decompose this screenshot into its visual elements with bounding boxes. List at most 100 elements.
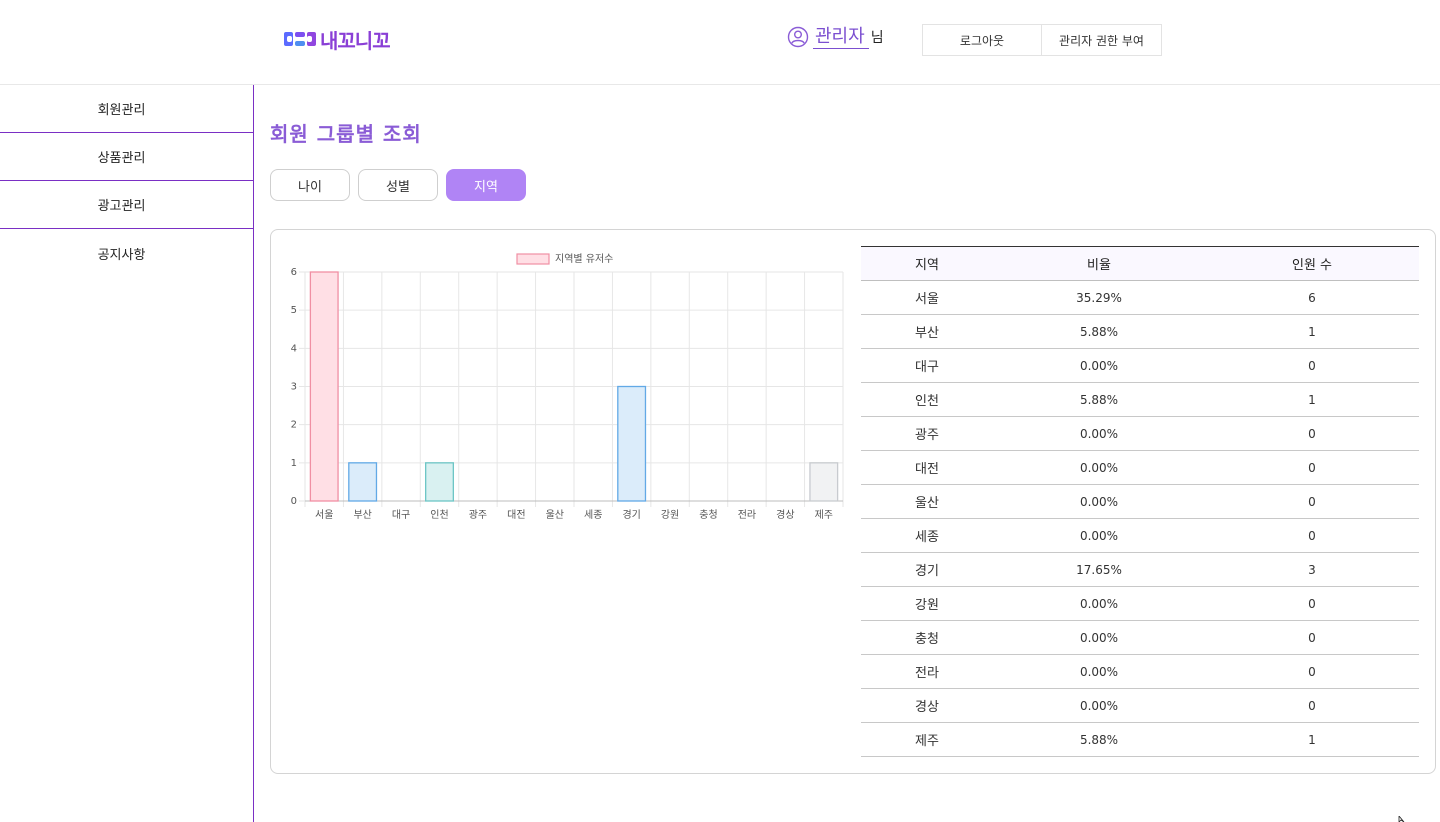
table-row: 경상 0.00% 0 [861,688,1419,723]
cell-ratio: 17.65% [993,552,1205,587]
cell-region: 세종 [861,518,993,553]
x-tick-label: 울산 [546,509,564,521]
cell-ratio: 0.00% [993,484,1205,519]
sidebar-item-members[interactable]: 회원관리 [0,85,253,133]
cell-ratio: 0.00% [993,450,1205,485]
bar-1 [348,462,378,502]
sidebar: 회원관리 상품관리 광고관리 공지사항 [0,85,254,822]
cell-count: 1 [1205,722,1419,757]
cell-region: 대구 [861,348,993,383]
x-tick-label: 경기 [622,508,640,521]
logout-button[interactable]: 로그아웃 [922,24,1042,56]
region-table: 지역 비율 인원 수 서울 35.29% 6 부산 5.88% 1 대구 0.00% 0 인… [861,246,1419,757]
y-tick-label: 4 [291,343,297,354]
cell-region: 대전 [861,450,993,485]
grant-admin-button[interactable]: 관리자 권한 부여 [1041,24,1162,56]
tab-age[interactable]: 나이 [270,169,350,201]
y-tick-label: 0 [291,496,297,507]
table-header-row: 지역 비율 인원 수 [861,246,1419,281]
table-row: 세종 0.00% 0 [861,518,1419,553]
cell-count: 0 [1205,620,1419,655]
table-row: 광주 0.00% 0 [861,416,1419,451]
cell-region: 전라 [861,654,993,689]
cell-region: 강원 [861,586,993,621]
tab-region[interactable]: 지역 [446,169,526,201]
legend-swatch [516,253,550,265]
cell-ratio: 0.00% [993,348,1205,383]
cell-region: 인천 [861,382,993,417]
table-row: 제주 5.88% 1 [861,722,1419,757]
x-tick-label: 충청 [699,509,717,521]
tab-gender[interactable]: 성별 [358,169,438,201]
y-tick-label: 2 [291,420,297,431]
x-tick-label: 강원 [661,509,679,521]
sidebar-item-ads[interactable]: 광고관리 [0,181,253,229]
mouse-cursor-icon [1398,816,1405,822]
y-tick-label: 1 [291,458,297,469]
column-header-ratio: 비율 [1087,258,1111,273]
cell-count: 6 [1205,280,1419,315]
cell-count: 0 [1205,450,1419,485]
cell-region: 경상 [861,688,993,723]
cell-ratio: 35.29% [993,280,1205,315]
bar-0 [309,271,339,502]
cell-count: 0 [1205,654,1419,689]
logo[interactable]: 내꼬니꼬 [284,26,391,53]
table-row: 전라 0.00% 0 [861,654,1419,689]
cell-count: 0 [1205,484,1419,519]
y-tick-label: 5 [291,305,297,316]
x-tick-label: 제주 [815,509,833,521]
x-tick-label: 서울 [315,509,333,521]
stats-panel: 0 1 2 3 4 5 6 서울 부산 대구 인천 광주 대전 울산 세종 경기 강원 충청 전라 경상 제주 지역별 유… [270,229,1436,774]
user-circle-icon [787,26,809,48]
cell-ratio: 5.88% [993,314,1205,349]
y-tick-label: 3 [291,382,297,393]
cell-ratio: 0.00% [993,416,1205,451]
x-tick-label: 세종 [584,509,602,521]
logo-icon [284,29,318,49]
table-row: 경기 17.65% 3 [861,552,1419,587]
cell-count: 0 [1205,586,1419,621]
cell-ratio: 5.88% [993,382,1205,417]
cell-count: 0 [1205,416,1419,451]
y-tick-label: 6 [291,267,297,278]
user-name-link[interactable]: 관리자 [813,26,869,49]
user-info: 관리자 님 [787,24,884,50]
table-row: 부산 5.88% 1 [861,314,1419,349]
cell-ratio: 0.00% [993,620,1205,655]
header: 내꼬니꼬 관리자 님 로그아웃 관리자 권한 부여 [0,0,1440,85]
cell-count: 0 [1205,688,1419,723]
table-row: 대구 0.00% 0 [861,348,1419,383]
legend-label: 지역별 유저수 [555,253,613,265]
cell-region: 광주 [861,416,993,451]
cell-count: 3 [1205,552,1419,587]
cell-ratio: 0.00% [993,586,1205,621]
cell-count: 0 [1205,348,1419,383]
column-header-count: 인원 수 [1291,258,1332,273]
cell-ratio: 0.00% [993,518,1205,553]
cell-ratio: 0.00% [993,688,1205,723]
page-title: 회원 그룹별 조회 [270,122,422,146]
cell-region: 제주 [861,722,993,757]
x-tick-label: 전라 [738,509,756,521]
cell-ratio: 0.00% [993,654,1205,689]
table-row: 울산 0.00% 0 [861,484,1419,519]
x-tick-label: 경상 [776,508,794,521]
cell-region: 충청 [861,620,993,655]
sidebar-item-products[interactable]: 상품관리 [0,133,253,181]
bar-8 [617,385,647,502]
sidebar-item-notices[interactable]: 공지사항 [0,229,253,277]
bar-3 [425,462,454,502]
x-tick-label: 부산 [353,509,371,521]
x-tick-label: 인천 [430,509,448,521]
table-row: 강원 0.00% 0 [861,586,1419,621]
user-suffix: 님 [870,30,884,46]
x-tick-label: 대구 [392,509,410,521]
cell-region: 서울 [861,280,993,315]
x-tick-label: 광주 [469,509,487,521]
table-row: 서울 35.29% 6 [861,280,1419,315]
cell-region: 울산 [861,484,993,519]
region-bar-chart: 0 1 2 3 4 5 6 서울 부산 대구 인천 광주 대전 울산 세종 경기 강원 충청 전라 경상 제주 지역별 유… [291,253,844,521]
table-row: 대전 0.00% 0 [861,450,1419,485]
bar-13 [809,462,839,502]
